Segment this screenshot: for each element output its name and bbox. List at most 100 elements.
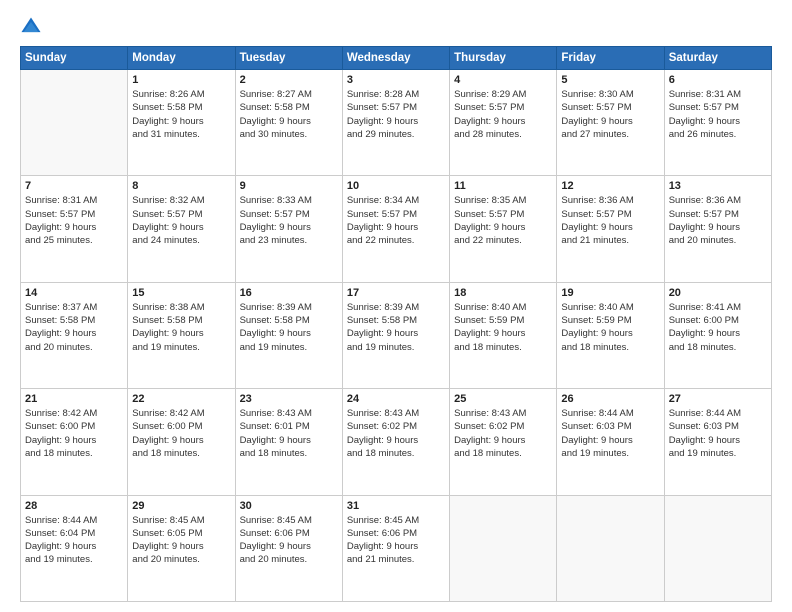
calendar-cell: 24Sunrise: 8:43 AMSunset: 6:02 PMDayligh… bbox=[342, 389, 449, 495]
calendar-cell: 4Sunrise: 8:29 AMSunset: 5:57 PMDaylight… bbox=[450, 70, 557, 176]
cell-info-line: Daylight: 9 hours bbox=[240, 221, 338, 234]
cell-info-line: and 19 minutes. bbox=[240, 341, 338, 354]
cell-info-line: Sunrise: 8:29 AM bbox=[454, 88, 552, 101]
cell-info-line: Sunset: 5:57 PM bbox=[240, 208, 338, 221]
cell-info-line: Sunset: 5:58 PM bbox=[25, 314, 123, 327]
calendar: SundayMondayTuesdayWednesdayThursdayFrid… bbox=[20, 46, 772, 602]
day-header-monday: Monday bbox=[128, 47, 235, 70]
calendar-cell: 10Sunrise: 8:34 AMSunset: 5:57 PMDayligh… bbox=[342, 176, 449, 282]
cell-info-line: Sunset: 5:59 PM bbox=[561, 314, 659, 327]
day-number: 25 bbox=[454, 393, 552, 405]
calendar-cell: 19Sunrise: 8:40 AMSunset: 5:59 PMDayligh… bbox=[557, 282, 664, 388]
calendar-cell: 3Sunrise: 8:28 AMSunset: 5:57 PMDaylight… bbox=[342, 70, 449, 176]
cell-info-line: and 19 minutes. bbox=[561, 447, 659, 460]
cell-info-line: Sunrise: 8:45 AM bbox=[132, 514, 230, 527]
cell-info-line: Daylight: 9 hours bbox=[561, 327, 659, 340]
day-number: 27 bbox=[669, 393, 767, 405]
day-number: 28 bbox=[25, 500, 123, 512]
cell-info-line: Daylight: 9 hours bbox=[454, 221, 552, 234]
calendar-cell: 30Sunrise: 8:45 AMSunset: 6:06 PMDayligh… bbox=[235, 495, 342, 601]
cell-info-line: Daylight: 9 hours bbox=[669, 115, 767, 128]
cell-info-line: Daylight: 9 hours bbox=[669, 434, 767, 447]
cell-info-line: Sunset: 5:57 PM bbox=[669, 101, 767, 114]
cell-info-line: Sunrise: 8:44 AM bbox=[25, 514, 123, 527]
cell-info-line: Daylight: 9 hours bbox=[347, 434, 445, 447]
cell-info-line: and 21 minutes. bbox=[347, 553, 445, 566]
cell-info-line: Sunrise: 8:33 AM bbox=[240, 194, 338, 207]
day-header-wednesday: Wednesday bbox=[342, 47, 449, 70]
calendar-cell: 2Sunrise: 8:27 AMSunset: 5:58 PMDaylight… bbox=[235, 70, 342, 176]
cell-info-line: Daylight: 9 hours bbox=[132, 115, 230, 128]
cell-info-line: Sunrise: 8:28 AM bbox=[347, 88, 445, 101]
cell-info-line: Sunset: 6:06 PM bbox=[240, 527, 338, 540]
cell-info-line: Daylight: 9 hours bbox=[561, 115, 659, 128]
cell-info-line: Daylight: 9 hours bbox=[132, 327, 230, 340]
day-number: 6 bbox=[669, 74, 767, 86]
day-number: 14 bbox=[25, 287, 123, 299]
day-number: 18 bbox=[454, 287, 552, 299]
calendar-cell: 15Sunrise: 8:38 AMSunset: 5:58 PMDayligh… bbox=[128, 282, 235, 388]
cell-info-line: Sunset: 5:57 PM bbox=[669, 208, 767, 221]
cell-info-line: Sunset: 5:58 PM bbox=[132, 101, 230, 114]
cell-info-line: Sunrise: 8:45 AM bbox=[240, 514, 338, 527]
cell-info-line: and 19 minutes. bbox=[132, 341, 230, 354]
cell-info-line: Daylight: 9 hours bbox=[240, 540, 338, 553]
cell-info-line: Sunset: 6:03 PM bbox=[561, 420, 659, 433]
cell-info-line: Sunrise: 8:42 AM bbox=[25, 407, 123, 420]
day-number: 13 bbox=[669, 180, 767, 192]
day-header-saturday: Saturday bbox=[664, 47, 771, 70]
cell-info-line: and 20 minutes. bbox=[132, 553, 230, 566]
calendar-cell: 21Sunrise: 8:42 AMSunset: 6:00 PMDayligh… bbox=[21, 389, 128, 495]
cell-info-line: Sunrise: 8:38 AM bbox=[132, 301, 230, 314]
calendar-cell: 22Sunrise: 8:42 AMSunset: 6:00 PMDayligh… bbox=[128, 389, 235, 495]
cell-info-line: Daylight: 9 hours bbox=[454, 115, 552, 128]
cell-info-line: Daylight: 9 hours bbox=[132, 434, 230, 447]
cell-info-line: and 18 minutes. bbox=[669, 341, 767, 354]
cell-info-line: Daylight: 9 hours bbox=[25, 221, 123, 234]
cell-info-line: and 31 minutes. bbox=[132, 128, 230, 141]
cell-info-line: Sunrise: 8:39 AM bbox=[347, 301, 445, 314]
cell-info-line: Sunrise: 8:43 AM bbox=[454, 407, 552, 420]
cell-info-line: Sunset: 5:58 PM bbox=[240, 314, 338, 327]
calendar-cell: 28Sunrise: 8:44 AMSunset: 6:04 PMDayligh… bbox=[21, 495, 128, 601]
cell-info-line: Sunrise: 8:43 AM bbox=[240, 407, 338, 420]
cell-info-line: and 19 minutes. bbox=[25, 553, 123, 566]
cell-info-line: and 30 minutes. bbox=[240, 128, 338, 141]
cell-info-line: Sunset: 6:06 PM bbox=[347, 527, 445, 540]
cell-info-line: Daylight: 9 hours bbox=[25, 540, 123, 553]
calendar-cell bbox=[450, 495, 557, 601]
cell-info-line: and 23 minutes. bbox=[240, 234, 338, 247]
cell-info-line: Daylight: 9 hours bbox=[347, 221, 445, 234]
day-number: 20 bbox=[669, 287, 767, 299]
cell-info-line: Sunrise: 8:36 AM bbox=[561, 194, 659, 207]
cell-info-line: Sunset: 6:02 PM bbox=[347, 420, 445, 433]
cell-info-line: Sunrise: 8:31 AM bbox=[25, 194, 123, 207]
cell-info-line: and 20 minutes. bbox=[240, 553, 338, 566]
cell-info-line: Sunset: 5:58 PM bbox=[347, 314, 445, 327]
day-number: 24 bbox=[347, 393, 445, 405]
calendar-cell: 16Sunrise: 8:39 AMSunset: 5:58 PMDayligh… bbox=[235, 282, 342, 388]
calendar-cell: 27Sunrise: 8:44 AMSunset: 6:03 PMDayligh… bbox=[664, 389, 771, 495]
cell-info-line: and 20 minutes. bbox=[669, 234, 767, 247]
cell-info-line: Daylight: 9 hours bbox=[454, 327, 552, 340]
cell-info-line: Sunset: 5:57 PM bbox=[454, 208, 552, 221]
calendar-cell: 7Sunrise: 8:31 AMSunset: 5:57 PMDaylight… bbox=[21, 176, 128, 282]
cell-info-line: Sunset: 5:57 PM bbox=[347, 101, 445, 114]
calendar-cell bbox=[664, 495, 771, 601]
cell-info-line: Sunset: 6:03 PM bbox=[669, 420, 767, 433]
day-header-tuesday: Tuesday bbox=[235, 47, 342, 70]
calendar-cell: 23Sunrise: 8:43 AMSunset: 6:01 PMDayligh… bbox=[235, 389, 342, 495]
cell-info-line: Sunrise: 8:35 AM bbox=[454, 194, 552, 207]
day-number: 21 bbox=[25, 393, 123, 405]
week-row-2: 14Sunrise: 8:37 AMSunset: 5:58 PMDayligh… bbox=[21, 282, 772, 388]
cell-info-line: Daylight: 9 hours bbox=[347, 115, 445, 128]
cell-info-line: Sunset: 6:01 PM bbox=[240, 420, 338, 433]
cell-info-line: Daylight: 9 hours bbox=[25, 327, 123, 340]
calendar-cell: 1Sunrise: 8:26 AMSunset: 5:58 PMDaylight… bbox=[128, 70, 235, 176]
day-number: 12 bbox=[561, 180, 659, 192]
cell-info-line: and 26 minutes. bbox=[669, 128, 767, 141]
logo bbox=[20, 16, 46, 38]
cell-info-line: Sunset: 5:57 PM bbox=[561, 101, 659, 114]
cell-info-line: and 22 minutes. bbox=[347, 234, 445, 247]
day-header-friday: Friday bbox=[557, 47, 664, 70]
